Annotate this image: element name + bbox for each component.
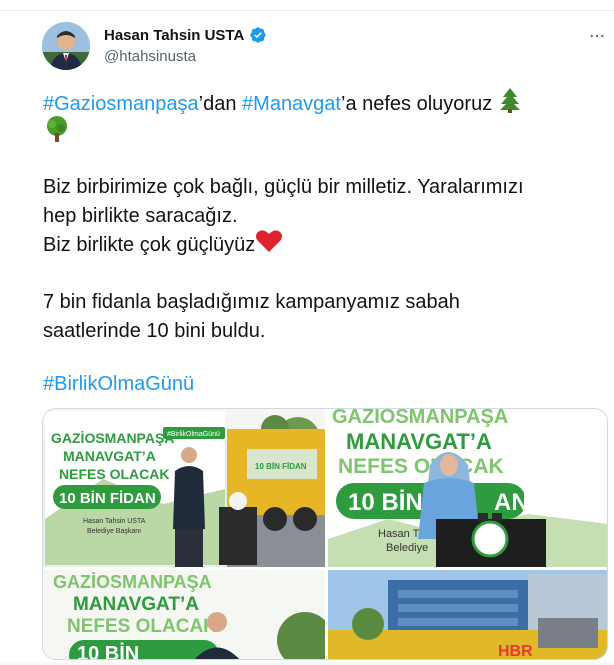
top-divider (0, 10, 614, 11)
photo-3[interactable]: GAZİOSMANPAŞA MANAVGAT’A NEFES OLACAK 10… (43, 570, 325, 660)
tweet-text: Biz birlikte çok güçlüyüz (43, 233, 256, 256)
tweet-line: hep birlikte saracağız. (43, 205, 238, 227)
more-options-icon[interactable] (586, 26, 608, 46)
photo2-title-2: MANAVGAT’A (346, 429, 492, 454)
verified-badge-icon (249, 26, 267, 44)
banner-sign-2: Belediye Başkanı (87, 528, 141, 535)
tweet-text: ’dan (198, 92, 243, 115)
truck-sign: 10 BİN FİDAN (255, 462, 307, 471)
banner-title-3: NEFES OLACAK (59, 466, 169, 482)
banner-title-2: MANAVGAT’A (63, 448, 156, 464)
photo2-title-1: GAZİOSMANPAŞA (332, 409, 508, 428)
banner-pill: 10 BİN FİDAN (59, 490, 156, 507)
banner-title-1: GAZİOSMANPAŞA (51, 430, 174, 446)
tweet-emoji-line (43, 115, 613, 152)
red-heart-emoji (255, 229, 283, 262)
photo3-title-1: GAZİOSMANPAŞA (53, 572, 212, 592)
hashtag-manavgat[interactable]: #Manavgat (242, 93, 341, 115)
tweet-line: 7 bin fidanla başladığımız kampanyamız s… (43, 291, 460, 313)
author-handle[interactable]: @htahsinusta (104, 48, 196, 65)
photo2-pill-end: AN (494, 489, 529, 516)
banner-tag: #BirlikOlmaGünü (167, 431, 220, 438)
photo2-pill: 10 BİN (348, 489, 423, 516)
photo3-title-2: MANAVGAT’A (73, 594, 199, 615)
tweet-line-heart: Biz birlikte çok güçlüyüz (43, 229, 613, 262)
tweet-text: ’a nefes oluyoruz (341, 92, 493, 115)
hashtag-gaziosmanpasa[interactable]: #Gaziosmanpaşa (43, 93, 199, 115)
watermark: HBR (498, 643, 533, 660)
photo2-title-3: NEFES OLACAK (338, 455, 504, 478)
author-name[interactable]: Hasan Tahsin USTA (104, 27, 244, 44)
photo-1[interactable]: GAZİOSMANPAŞA MANAVGAT’A NEFES OLACAK 10… (43, 409, 325, 567)
photo-2[interactable]: GAZİOSMANPAŞA MANAVGAT’A NEFES OLACAK 10… (328, 409, 607, 567)
photo-4[interactable]: HBR (328, 570, 607, 660)
deciduous-tree-emoji (43, 115, 71, 152)
photo2-sign-2: Belediye (386, 542, 428, 554)
tweet-line: saatlerinde 10 bini buldu. (43, 320, 266, 342)
tweet-line: Biz birbirimize çok bağlı, güçlü bir mil… (43, 176, 524, 198)
photo3-title-3: NEFES OLACAK (67, 616, 217, 637)
media-grid: GAZİOSMANPAŞA MANAVGAT’A NEFES OLACAK 10… (42, 408, 608, 660)
banner-sign-1: Hasan Tahsin USTA (83, 518, 146, 525)
tweet-hashtag-line: #BirlikOlmaGünü (43, 369, 613, 399)
photo3-pill: 10 BİN (77, 642, 139, 660)
avatar[interactable] (42, 22, 90, 70)
hashtag-birlikolmagunu[interactable]: #BirlikOlmaGünü (43, 373, 194, 395)
